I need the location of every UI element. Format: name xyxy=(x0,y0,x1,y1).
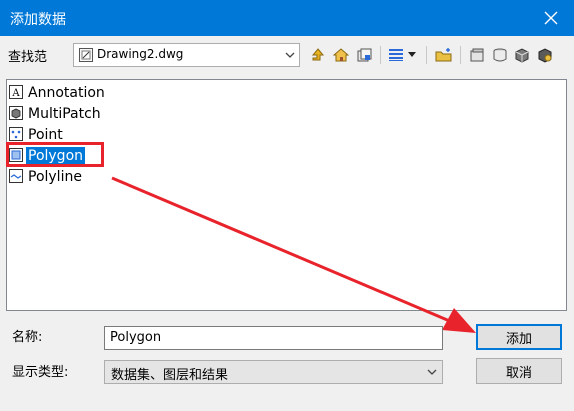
show-type-value: 数据集、图层和结果 xyxy=(111,368,229,383)
cancel-button[interactable]: 取消 xyxy=(476,358,562,384)
chevron-down-icon xyxy=(427,369,437,375)
name-label: 名称: xyxy=(12,330,43,345)
show-type-label: 显示类型: xyxy=(12,365,69,380)
show-type-select[interactable]: 数据集、图层和结果 xyxy=(104,360,443,384)
name-input[interactable]: Polygon xyxy=(104,326,443,350)
add-button[interactable]: 添加 xyxy=(476,324,562,350)
